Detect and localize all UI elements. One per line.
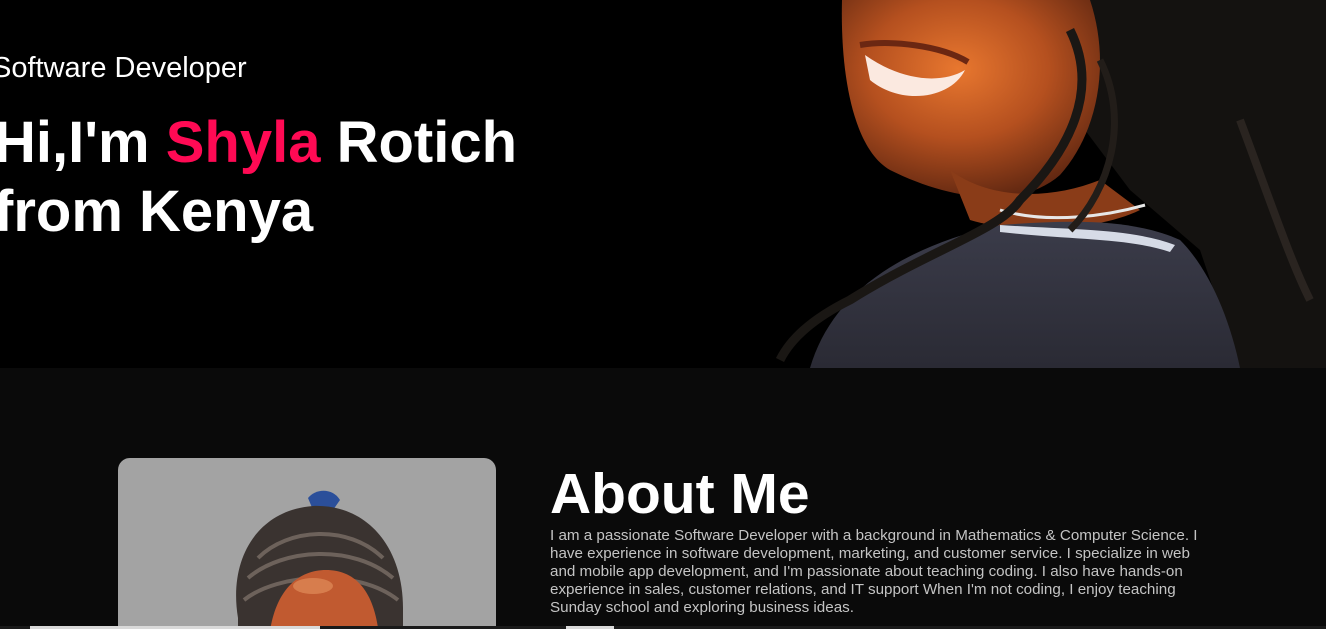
hero-title-prefix: Hi,I'm	[0, 110, 166, 175]
about-heading: About Me	[550, 462, 810, 526]
about-section: About Me I am a passionate Software Deve…	[0, 368, 1326, 629]
hero-title: Hi,I'm Shyla Rotich from Kenya	[0, 108, 554, 246]
hero-subtitle: Software Developer	[0, 52, 247, 84]
about-paragraph: I am a passionate Software Developer wit…	[550, 527, 1198, 616]
hero-portrait-image	[775, 0, 1326, 368]
profile-image	[236, 490, 403, 629]
hero-section: Software Developer Hi,I'm Shyla Rotich f…	[0, 0, 1326, 368]
hero-title-name: Shyla	[165, 110, 321, 175]
about-photo	[118, 458, 496, 629]
